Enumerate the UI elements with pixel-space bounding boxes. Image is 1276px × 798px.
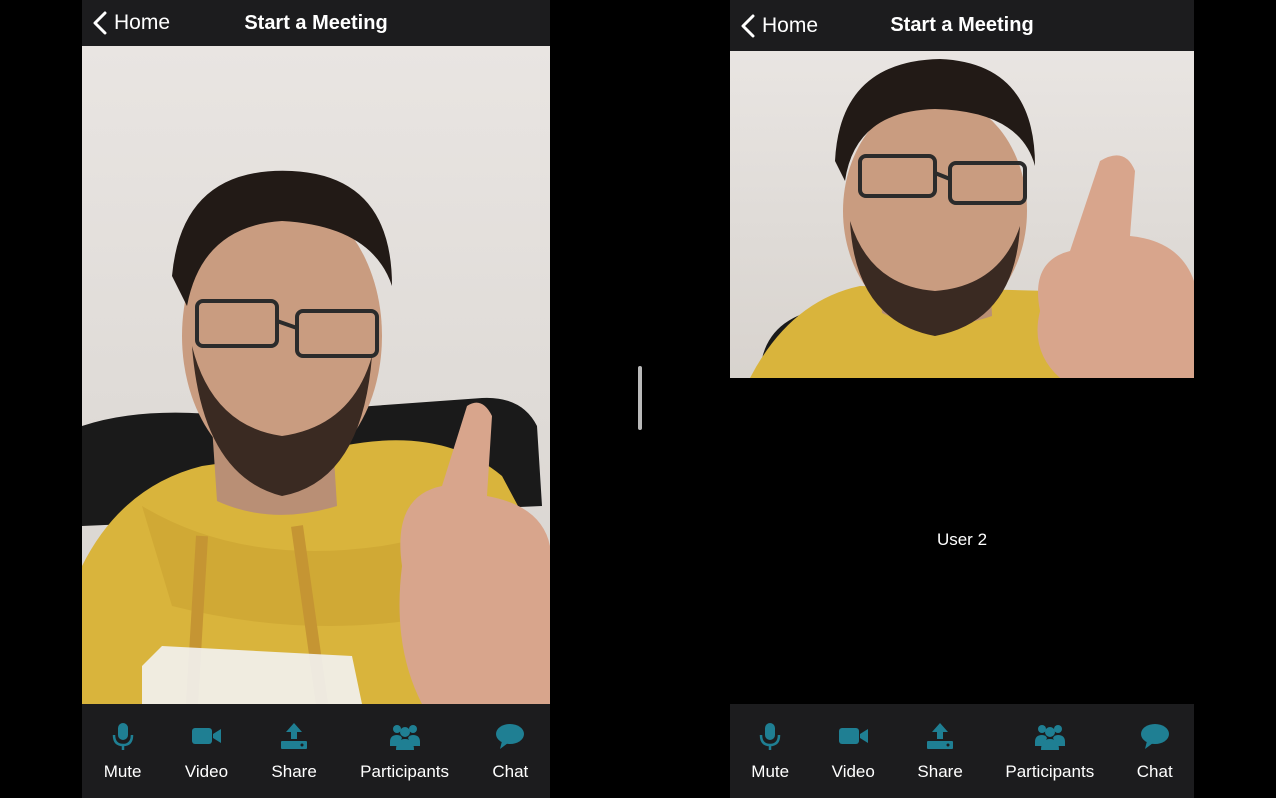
- home-back-button[interactable]: Home: [92, 0, 170, 46]
- chevron-left-icon: [741, 14, 755, 37]
- chat-button[interactable]: Chat: [492, 704, 528, 782]
- microphone-icon: [759, 723, 781, 750]
- share-button[interactable]: Share: [271, 704, 317, 782]
- self-video-feed: [730, 51, 1194, 378]
- left-meeting-screen: Home Start a Meeting Mute Video Share Pa…: [82, 0, 550, 798]
- video-label: Video: [831, 762, 875, 781]
- share-label: Share: [271, 762, 317, 781]
- video-button[interactable]: Video: [832, 704, 875, 782]
- nav-bar: Home Start a Meeting: [82, 0, 550, 46]
- chat-bubble-icon: [496, 724, 525, 749]
- nav-bar: Home Start a Meeting: [730, 0, 1194, 51]
- right-meeting-screen: Home Start a Meeting User 2 Mute Video S…: [730, 0, 1194, 798]
- participants-button[interactable]: Participants: [1005, 704, 1094, 782]
- video-camera-icon: [192, 728, 222, 744]
- mute-label: Mute: [751, 762, 790, 781]
- mute-label: Mute: [103, 762, 142, 781]
- mute-button[interactable]: Mute: [751, 704, 789, 782]
- participants-button[interactable]: Participants: [360, 704, 449, 782]
- self-video-feed: [82, 46, 550, 704]
- chat-bubble-icon: [1140, 724, 1169, 749]
- remote-user-name: User 2: [936, 530, 988, 549]
- back-label: Home: [762, 13, 819, 37]
- participants-label: Participants: [360, 762, 449, 781]
- share-button[interactable]: Share: [917, 704, 963, 782]
- chat-button[interactable]: Chat: [1137, 704, 1173, 782]
- participants-label: Participants: [1005, 762, 1095, 781]
- mute-button[interactable]: Mute: [103, 704, 142, 782]
- meeting-toolbar: Mute Video Share Participants Chat: [82, 704, 550, 798]
- chat-label: Chat: [492, 762, 529, 781]
- share-label: Share: [917, 762, 963, 781]
- home-back-button[interactable]: Home: [740, 0, 818, 51]
- video-button[interactable]: Video: [185, 704, 228, 782]
- meeting-toolbar: Mute Video Share Participants Chat: [730, 704, 1194, 798]
- microphone-icon: [112, 723, 133, 750]
- chat-label: Chat: [1136, 762, 1173, 781]
- back-label: Home: [114, 11, 171, 34]
- share-upload-icon: [927, 723, 954, 749]
- participants-icon: [1034, 725, 1065, 750]
- participants-icon: [389, 725, 420, 750]
- video-label: Video: [184, 762, 229, 781]
- self-video-image: [750, 59, 1194, 378]
- chevron-left-icon: [93, 11, 107, 35]
- self-video-image: [82, 170, 550, 704]
- split-view-divider-handle[interactable]: [638, 366, 642, 430]
- share-upload-icon: [281, 723, 308, 749]
- video-camera-icon: [839, 728, 869, 744]
